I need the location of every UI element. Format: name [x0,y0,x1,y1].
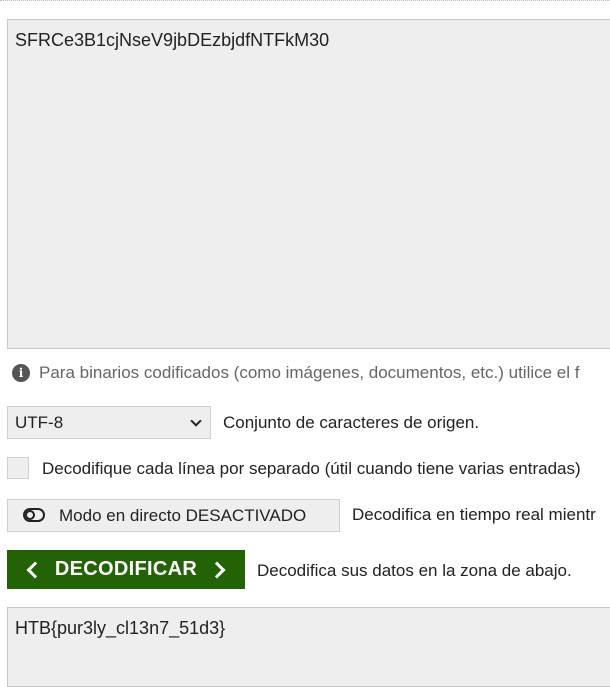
decode-button[interactable]: DECODIFICAR [7,550,245,589]
encoded-input-textarea[interactable]: SFRCe3B1cjNseV9jbDEzbjdfNTFkM30 [7,19,610,349]
binary-files-hint: i Para binarios codificados (como imágen… [7,363,579,383]
live-mode-toggle-button[interactable]: Modo en directo DESACTIVADO [7,499,340,532]
charset-selected-value: UTF-8 [15,413,64,432]
decode-description: Decodifica sus datos en la zona de abajo… [257,561,572,580]
charset-select[interactable]: UTF-8 [7,406,211,439]
line-by-line-checkbox[interactable] [7,457,29,479]
binary-files-hint-text: Para binarios codificados (como imágenes… [39,363,580,382]
chevron-right-icon [208,561,226,578]
chevron-down-icon [190,415,202,427]
chevron-left-icon [26,561,44,578]
decoded-output-text: HTB{pur3ly_cl13n7_51d3} [15,618,226,638]
decoded-output-textarea[interactable]: HTB{pur3ly_cl13n7_51d3} [7,607,610,687]
live-mode-description: Decodifica en tiempo real mientr [352,505,596,524]
info-icon: i [12,364,30,382]
charset-description: Conjunto de caracteres de origen. [223,413,480,432]
decode-button-label: DECODIFICAR [54,558,198,580]
top-divider [0,0,610,1]
line-by-line-label[interactable]: Decodifique cada línea por separado (úti… [42,459,581,479]
toggle-off-icon [23,508,45,522]
encoded-input-text: SFRCe3B1cjNseV9jbDEzbjdfNTFkM30 [15,30,330,50]
live-mode-label: Modo en directo DESACTIVADO [59,506,307,525]
